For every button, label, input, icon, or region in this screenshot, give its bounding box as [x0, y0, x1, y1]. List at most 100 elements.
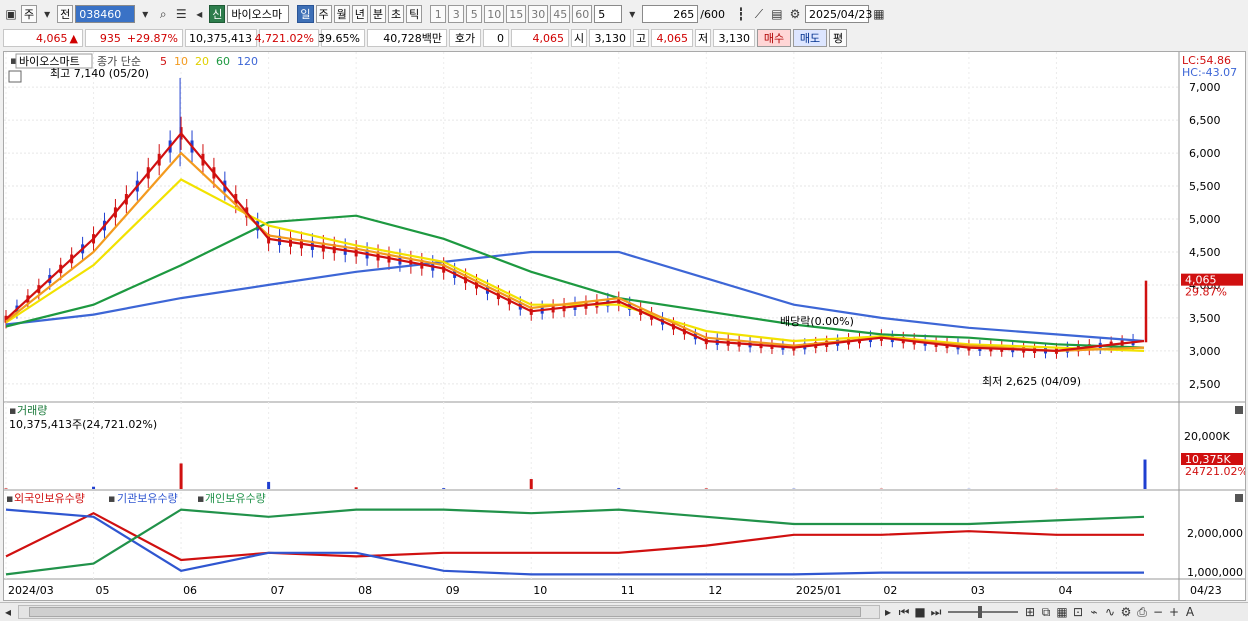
eval-button[interactable]: 평 — [829, 29, 847, 47]
new-badge: 신 — [209, 5, 226, 23]
x-tick-label: 06 — [183, 584, 197, 597]
x-tick-label: 07 — [271, 584, 285, 597]
current-pct-tag: 29.87% — [1185, 286, 1227, 299]
holdings-line-2 — [5, 508, 1145, 576]
volume-bars — [4, 459, 1147, 489]
holdings-panel-close-icon[interactable] — [1235, 494, 1243, 502]
volume-bar — [92, 486, 96, 489]
holdings-foreign-label: 외국인보유수량 — [14, 492, 85, 505]
interval-1-button[interactable]: 1 — [430, 5, 447, 23]
change-value: 935 — [99, 31, 121, 45]
zoom-slider[interactable] — [948, 606, 1018, 618]
current-price: 4,065 ▲ — [3, 29, 83, 47]
period-day-button[interactable]: 일 — [297, 5, 314, 23]
play-back-icon[interactable]: ⏮ — [896, 603, 912, 621]
draw-tool-icon[interactable]: ⟋ — [751, 5, 767, 23]
price-ytick: 3,000 — [1189, 345, 1221, 358]
holdings-lines — [5, 508, 1145, 576]
period-tick-button[interactable]: 틱 — [406, 5, 423, 23]
zoom-slider-handle[interactable] — [978, 606, 982, 618]
interval-60-button[interactable]: 60 — [572, 5, 593, 23]
scroll-right-icon[interactable]: ▸ — [880, 603, 896, 621]
high-annotation: 최고 7,140 (05/20) — [50, 67, 149, 80]
stock-code-input[interactable]: 038460 — [75, 5, 136, 23]
interval-10-button[interactable]: 10 — [484, 5, 505, 23]
chevron-down-icon[interactable]: ▾ — [39, 5, 55, 23]
window-icon[interactable]: ▣ — [3, 5, 19, 23]
x-tick-label: 09 — [446, 584, 460, 597]
x-tick-label: 11 — [621, 584, 635, 597]
speaker-icon[interactable]: ◂ — [191, 5, 207, 23]
scrollbar[interactable] — [18, 605, 880, 619]
font-size-icon[interactable]: A — [1182, 603, 1198, 621]
zoom-out-icon[interactable]: − — [1150, 603, 1166, 621]
open-label: 시 — [571, 29, 587, 47]
range-input[interactable]: 265 — [642, 5, 699, 23]
print-icon[interactable]: ⎙ — [1134, 603, 1150, 621]
interval-30-button[interactable]: 30 — [528, 5, 549, 23]
count-input[interactable]: 5 — [594, 5, 623, 23]
interval-15-button[interactable]: 15 — [506, 5, 527, 23]
chevron-down-icon[interactable]: ▾ — [624, 5, 640, 23]
price-ytick: 4,500 — [1189, 246, 1221, 259]
wave-icon[interactable]: ∿ — [1102, 603, 1118, 621]
save-icon[interactable]: ▤ — [769, 5, 785, 23]
interval-3-button[interactable]: 3 — [448, 5, 465, 23]
holdings-ytick-1m: 1,000,000 — [1187, 566, 1243, 579]
price-ytick: 6,000 — [1189, 147, 1221, 160]
y-ticks: 7,0006,5006,0005,5005,0004,5004,0003,500… — [1189, 81, 1221, 391]
buy-button[interactable]: 매수 — [757, 29, 791, 47]
price-chart[interactable]: 7,0006,5006,0005,5005,0004,5004,0003,500… — [4, 52, 1248, 600]
settings-icon[interactable]: ⚙ — [1118, 603, 1134, 621]
calendar-icon[interactable]: ▦ — [871, 5, 887, 23]
play-forward-icon[interactable]: ⏭ — [928, 603, 944, 621]
scrollbar-thumb[interactable] — [29, 607, 861, 617]
price-ytick: 6,500 — [1189, 114, 1221, 127]
period-year-button[interactable]: 년 — [351, 5, 368, 23]
scroll-left-icon[interactable]: ◂ — [0, 603, 16, 621]
capture-icon[interactable]: ⊡ — [1070, 603, 1086, 621]
stop-icon[interactable]: ■ — [912, 603, 928, 621]
copy-icon[interactable]: ⧉ — [1038, 603, 1054, 621]
volume-bar — [4, 488, 8, 489]
prefix-button[interactable]: 전 — [57, 5, 74, 23]
candle-type-icon[interactable]: ┇ — [733, 5, 749, 23]
chevron-down-icon[interactable]: ▾ — [137, 5, 153, 23]
search-icon[interactable]: ⌕ — [155, 5, 171, 23]
stock-name-field: 바이오스마 — [227, 5, 290, 23]
range-display: 265 — [673, 7, 695, 21]
period-minute-button[interactable]: 분 — [369, 5, 386, 23]
market-type-button[interactable]: 주 — [21, 5, 38, 23]
interval-45-button[interactable]: 45 — [550, 5, 571, 23]
price-value: 4,065 — [36, 31, 68, 45]
gear-icon[interactable]: ⚙ — [787, 5, 803, 23]
period-week-button[interactable]: 주 — [315, 5, 332, 23]
chart-area[interactable]: 7,0006,5006,0005,5005,0004,5004,0003,500… — [3, 51, 1248, 601]
period-second-button[interactable]: 초 — [388, 5, 405, 23]
holdings-panel-bullet: ▪ — [6, 492, 13, 505]
volume-panel-close-icon[interactable] — [1235, 406, 1243, 414]
table-toggle-icon[interactable] — [8, 70, 22, 83]
dividend-annotation: 배당락(0.00%) — [780, 315, 854, 328]
period-month-button[interactable]: 월 — [333, 5, 350, 23]
holdings-line-0 — [5, 511, 1144, 562]
volume-bar — [529, 479, 533, 489]
legend-ma5: 5 — [160, 55, 167, 68]
volume-pct-tag: 24721.02% — [1185, 465, 1245, 478]
volume-panel-bullet: ▪ — [9, 404, 16, 417]
grid-icon[interactable]: ▦ — [1054, 603, 1070, 621]
volume-bar — [179, 463, 183, 489]
hoga-label: 호가 — [449, 29, 481, 47]
zoom-in-icon[interactable]: + — [1166, 603, 1182, 621]
layout-icon[interactable]: ⊞ — [1022, 603, 1038, 621]
tool-icon[interactable]: ⌁ — [1086, 603, 1102, 621]
sell-button[interactable]: 매도 — [793, 29, 827, 47]
bottom-bar: ◂ ▸ ⏮ ■ ⏭ ⊞ ⧉ ▦ ⊡ ⌁ ∿ ⚙ ⎙ − + A — [0, 602, 1248, 621]
holdings-bullet-2: ▪ — [108, 492, 115, 505]
menu-icon[interactable]: ☰ — [173, 5, 189, 23]
turnover-value: 39.65% — [318, 29, 365, 47]
interval-5-button[interactable]: 5 — [466, 5, 483, 23]
date-input[interactable]: 2025/04/23 — [804, 5, 872, 23]
price-ytick: 5,500 — [1189, 180, 1221, 193]
volume-pct: 4,721.02% — [255, 29, 319, 47]
